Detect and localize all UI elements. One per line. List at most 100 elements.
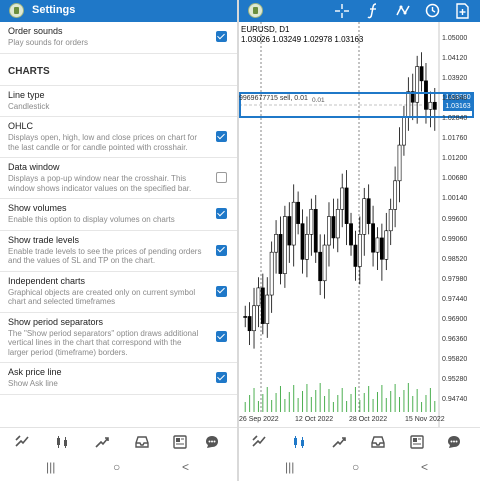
candle-body [379, 237, 384, 260]
candle-body [371, 223, 375, 253]
setting-order-sounds[interactable]: Order sounds Play sounds for orders [0, 22, 237, 54]
candle-body [384, 230, 389, 260]
candle-body [287, 216, 292, 246]
price-axis-label: 1.03040 [442, 95, 468, 103]
candle-body [331, 216, 336, 239]
ohlc-values: 1.03026 1.03249 1.02978 1.03163 [241, 35, 364, 44]
candle-body [243, 316, 248, 318]
candle-body [305, 234, 309, 260]
candle-body [247, 316, 252, 332]
setting-title: Show trade levels [8, 234, 80, 245]
system-nav: ||| ○ < [239, 455, 480, 481]
setting-ask-price-line[interactable]: Ask price line Show Ask line [0, 363, 237, 395]
setting-title: Show volumes [8, 203, 67, 213]
ask-price-line-checkbox[interactable] [216, 372, 227, 384]
price-axis-label: 0.96900 [442, 315, 468, 323]
setting-show-volumes[interactable]: Show volumes Enable this option to displ… [0, 199, 237, 231]
candle-body [344, 187, 349, 224]
candle-body [265, 294, 270, 324]
candle-body [313, 209, 318, 253]
date-label: 26 Sep 2022 [239, 416, 279, 423]
candle-body [397, 144, 402, 182]
price-axis-label: 0.94740 [442, 396, 468, 403]
candle-body [388, 209, 393, 232]
chart-pane: EURUSD, D1 1.03026 1.03249 1.02978 1.031… [239, 0, 480, 481]
home-button[interactable]: ○ [113, 460, 120, 474]
order-sounds-checkbox[interactable] [216, 31, 227, 43]
quotes-icon[interactable] [251, 434, 267, 450]
trade-icon[interactable] [331, 434, 347, 450]
setting-period-separators[interactable]: Show period separators The "Show period … [0, 313, 237, 363]
candle-body [335, 209, 340, 239]
settings-list: Order sounds Play sounds for orders CHAR… [0, 22, 237, 395]
setting-desc: Candlestick [8, 101, 50, 111]
setting-title: Data window [8, 162, 60, 172]
candle-body [327, 216, 331, 246]
history-icon[interactable] [134, 434, 150, 450]
price-axis-label: 0.96360 [442, 335, 468, 343]
setting-title: OHLC [8, 121, 34, 131]
setting-ohlc[interactable]: OHLC Displays open, high, low and close … [0, 117, 237, 158]
recents-button[interactable]: ||| [46, 460, 55, 474]
price-axis-label: 0.99600 [442, 215, 468, 223]
trade-icon[interactable] [94, 434, 110, 450]
price-axis-label: 1.03920 [442, 75, 468, 83]
history-icon[interactable] [370, 434, 386, 450]
price-axis-label: 0.97980 [442, 275, 468, 283]
setting-desc: Displays a pop-up window near the crossh… [8, 174, 192, 193]
ohlc-header: EURUSD, D1 1.03026 1.03249 1.02978 1.031… [241, 25, 363, 45]
setting-title: Show period separators [8, 316, 104, 327]
price-axis-label: 1.05000 [442, 35, 468, 42]
candle-body [278, 234, 283, 274]
data-window-checkbox[interactable] [216, 172, 227, 183]
bottom-nav [0, 427, 237, 456]
candle-body [322, 244, 327, 282]
trade-line-label[interactable]: 9969677715 sell, 0.01 [239, 95, 308, 102]
period-separators-checkbox[interactable] [216, 331, 227, 343]
setting-desc: The "Show period separators" option draw… [8, 328, 199, 357]
recents-button[interactable]: ||| [285, 460, 294, 474]
candle-body [340, 187, 345, 210]
setting-desc: Graphical objects are created only on cu… [8, 287, 196, 307]
setting-title: Line type [8, 89, 45, 100]
chart-icon[interactable] [54, 434, 70, 450]
app-logo-icon[interactable] [9, 3, 24, 18]
show-volumes-checkbox[interactable] [216, 208, 227, 220]
section-charts: CHARTS [0, 54, 237, 86]
price-axis-label: 0.97440 [442, 295, 468, 303]
chat-icon[interactable] [446, 434, 462, 450]
candle-body [309, 209, 314, 235]
setting-desc: Show Ask line [8, 379, 58, 388]
trade-volume-label: 0.01 [312, 97, 325, 104]
back-button[interactable]: < [182, 460, 189, 474]
setting-desc: Enable this option to display volumes on… [8, 215, 175, 224]
settings-pane: Settings Order sounds Play sounds for or… [0, 0, 237, 481]
symbol-label: EURUSD, D1 [241, 25, 290, 34]
quotes-icon[interactable] [14, 434, 30, 450]
news-icon[interactable] [172, 434, 188, 450]
candle-body [274, 234, 278, 253]
setting-line-type[interactable]: Line type Candlestick [0, 86, 237, 117]
setting-title: Independent charts [8, 275, 86, 286]
chat-icon[interactable] [204, 434, 220, 450]
independent-charts-checkbox[interactable] [216, 285, 227, 297]
system-nav: ||| ○ < [0, 455, 237, 481]
show-trade-levels-checkbox[interactable] [216, 244, 227, 256]
candle-body [419, 66, 424, 82]
setting-independent-charts[interactable]: Independent charts Graphical objects are… [0, 272, 237, 313]
price-axis-label: 1.02840 [442, 115, 468, 123]
chart-icon[interactable] [291, 434, 307, 450]
candle-body [362, 198, 367, 235]
settings-appbar: Settings [0, 0, 237, 22]
price-axis-label: 0.99060 [442, 235, 468, 243]
candle-body [269, 251, 274, 296]
candle-body [282, 216, 287, 274]
setting-show-trade-levels[interactable]: Show trade levels Enable trade levels to… [0, 231, 237, 272]
price-chart[interactable] [239, 0, 480, 427]
news-icon[interactable] [409, 434, 425, 450]
back-button[interactable]: < [421, 460, 428, 474]
price-axis-label: 1.01200 [442, 155, 468, 163]
ohlc-checkbox[interactable] [216, 131, 227, 142]
setting-data-window[interactable]: Data window Displays a pop-up window nea… [0, 158, 237, 199]
home-button[interactable]: ○ [352, 460, 359, 474]
